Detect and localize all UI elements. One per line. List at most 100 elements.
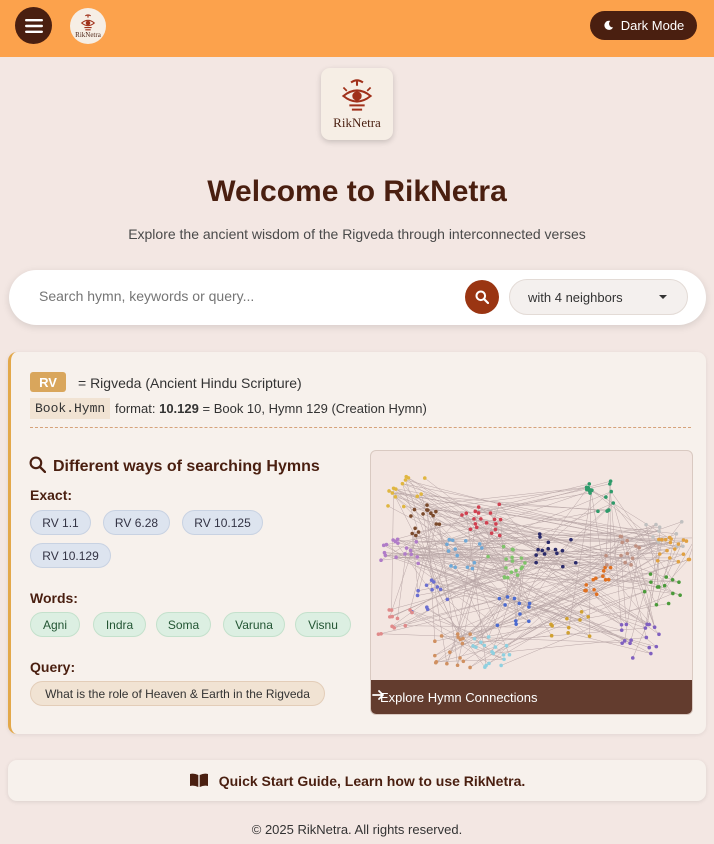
graph-node [426,508,430,512]
graph-node [395,616,400,621]
graph-node [401,504,406,509]
graph-node [502,657,506,662]
query-chip[interactable]: What is the role of Heaven & Earth in th… [30,681,325,706]
search-icon [475,290,489,304]
graph-node [637,545,641,550]
graph-node [676,559,681,564]
graph-edge [646,553,661,625]
dark-mode-button[interactable]: Dark Mode [590,11,697,40]
graph-node [472,560,477,565]
graph-node [643,626,648,630]
graph-node [573,561,578,565]
exact-chip[interactable]: RV 10.129 [30,543,111,568]
graph-caption-text: Explore Hymn Connections [380,689,538,705]
graph-node [565,616,569,621]
graph-node [479,517,483,521]
graph-node [396,541,400,545]
graph-node [445,661,449,666]
word-chip[interactable]: Visnu [295,612,351,637]
graph-node [619,622,624,627]
graph-node [403,623,408,628]
graph-node [510,559,515,563]
graph-node [606,577,611,582]
graph-node [472,637,477,641]
graph-node [534,553,538,557]
graph-node [388,615,392,619]
header-brand-text: RikNetra [75,30,101,39]
graph-node [489,531,494,535]
graph-node [422,476,427,480]
graph-node [647,645,652,650]
graph-node [604,495,608,499]
graph-node [470,566,475,571]
graph-node [664,575,669,579]
graph-node [681,552,686,557]
graph-node [447,537,452,542]
graph-node [620,540,625,545]
graph-node [476,511,481,515]
word-chip[interactable]: Agni [30,612,80,637]
graph-node [619,628,624,633]
word-chip[interactable]: Indra [93,612,146,637]
graph-node [657,529,661,533]
graph-node [495,623,500,628]
search-button[interactable] [465,280,499,314]
header-logo[interactable]: RikNetra [70,8,106,44]
graph-node [527,601,532,606]
menu-button[interactable] [15,7,52,44]
graph-node [561,564,565,569]
graph-node [412,507,417,512]
graph-node [681,544,685,549]
graph-node [421,512,425,516]
graph-node [654,603,659,607]
dark-mode-label: Dark Mode [620,18,685,33]
graph-node [409,514,413,518]
graph-node [488,511,493,515]
graph-node [670,577,675,582]
search-input[interactable] [39,288,449,304]
hymn-graph-preview[interactable]: Explore Hymn Connections [370,450,693,715]
exact-chip[interactable]: RV 6.28 [103,510,170,535]
graph-node [519,566,524,571]
graph-node [657,537,661,542]
graph-node [648,572,653,576]
graph-node [523,561,527,565]
graph-node [453,565,457,570]
graph-node [479,640,483,645]
graph-node [679,519,684,524]
neighbors-select[interactable]: with 4 neighbors [509,279,688,315]
exact-chip[interactable]: RV 1.1 [30,510,91,535]
graph-node [468,632,472,636]
graph-node [431,580,436,584]
graph-caption: Explore Hymn Connections [371,680,692,714]
graph-node [534,560,538,565]
graph-node [410,531,414,536]
graph-node [536,547,540,552]
search-icon [29,456,46,473]
graph-node [468,665,472,670]
graph-node [477,542,482,546]
graph-node [630,656,635,660]
graph-node [619,553,623,558]
quick-start-guide-button[interactable]: Quick Start Guide, Learn how to use RikN… [8,760,706,801]
graph-node [497,533,502,538]
neighbors-selected-value: with 4 neighbors [528,289,623,305]
graph-edge [426,505,436,642]
exact-chip[interactable]: RV 10.125 [182,510,263,535]
word-chip[interactable]: Soma [156,612,211,637]
graph-node [527,619,531,624]
graph-node [517,601,522,606]
hamburger-icon [24,18,43,33]
graph-node [415,494,420,499]
graph-node [505,595,510,599]
graph-node [629,563,633,567]
graph-node [431,513,435,518]
book-open-icon [189,773,208,787]
graph-node [386,504,390,508]
graph-node [584,583,589,587]
arrow-right-icon [372,690,384,700]
word-chip[interactable]: Varuna [223,612,285,637]
graph-node [586,614,591,619]
graph-node [549,633,554,638]
graph-node [676,542,681,546]
